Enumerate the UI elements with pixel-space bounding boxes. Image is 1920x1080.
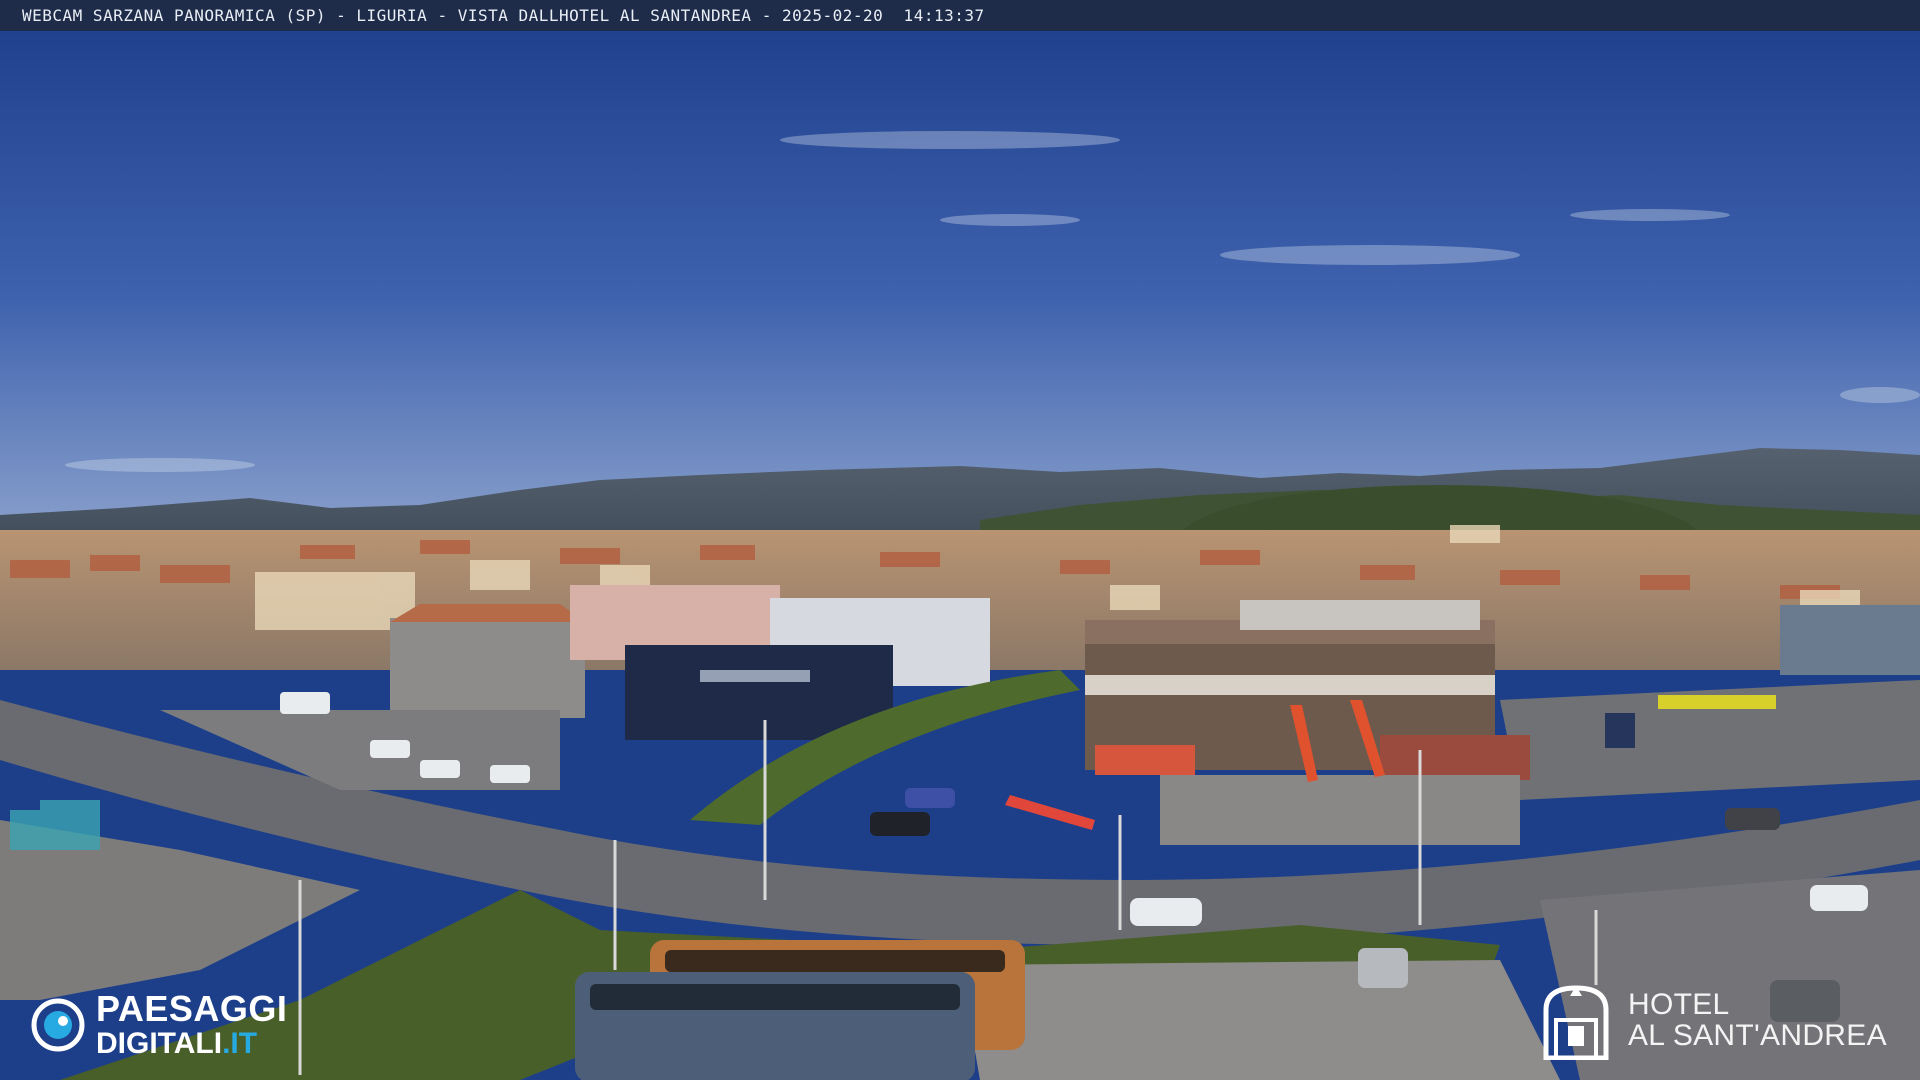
- blurred-building: [390, 618, 585, 718]
- bus-parking: [960, 960, 1560, 1080]
- bus-orange-windows: [665, 950, 1005, 972]
- kaukau-canopy: [1085, 675, 1495, 695]
- blue-sign-right: [1605, 713, 1635, 748]
- bus-blue-windows: [590, 984, 960, 1010]
- hotel-logo-line2: AL SANT'ANDREA: [1628, 1019, 1887, 1052]
- sky: [0, 0, 1920, 540]
- blurred-building-roof: [390, 604, 585, 622]
- eye-icon: [31, 998, 85, 1052]
- red-banner: [1005, 795, 1095, 830]
- logo-left-line2: DIGITALI.IT: [96, 1029, 287, 1059]
- storefront-right: [1380, 735, 1530, 780]
- hotel-logo-line1: HOTEL: [1628, 987, 1730, 1021]
- storefront-orange: [1095, 745, 1195, 775]
- industrial-right: [1780, 605, 1920, 675]
- paesaggi-digitali-logo: PAESAGGI DIGITALI.IT: [30, 990, 287, 1060]
- yellow-sign: [1658, 695, 1776, 709]
- caption-text: WEBCAM SARZANA PANORAMICA (SP) - LIGURIA…: [22, 6, 985, 25]
- webcam-scene: [0, 0, 1920, 1080]
- caption-bar: WEBCAM SARZANA PANORAMICA (SP) - LIGURIA…: [0, 0, 1920, 31]
- logo-left-line2-main: DIGITALI: [96, 1027, 223, 1060]
- shopping-center-upper: [1240, 600, 1480, 630]
- logo-left-line2-suffix: .IT: [222, 1027, 258, 1060]
- hotel-logo: HOTEL AL SANT'ANDREA: [1540, 980, 1887, 1060]
- peugeot-sign: [700, 670, 810, 682]
- logo-left-line1: PAESAGGI: [96, 988, 288, 1029]
- hotel-emblem-icon: [1543, 985, 1609, 1060]
- construction-vehicles: [10, 800, 100, 850]
- plaza: [1160, 775, 1520, 845]
